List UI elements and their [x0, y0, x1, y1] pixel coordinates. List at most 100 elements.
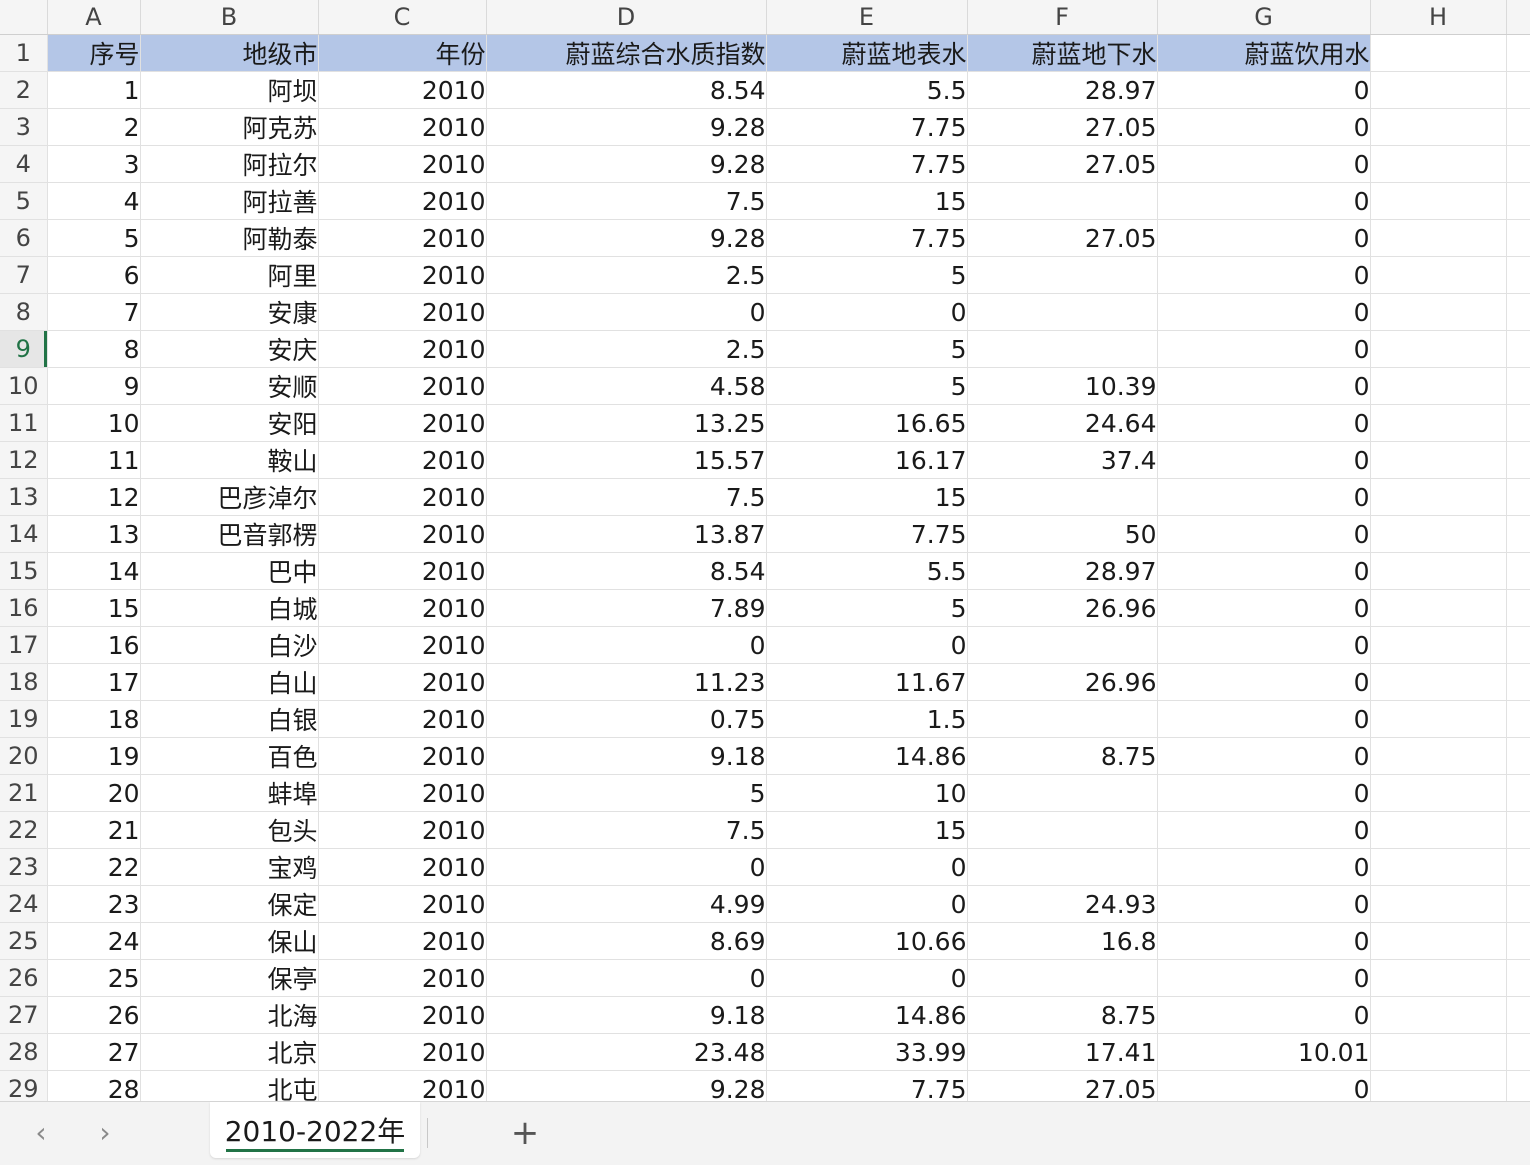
column-header-a[interactable]: A: [47, 0, 141, 35]
cell[interactable]: 2.5: [486, 256, 767, 294]
cell[interactable]: 0: [766, 959, 968, 997]
row-header[interactable]: 13: [0, 478, 48, 516]
cell[interactable]: [967, 774, 1158, 812]
cell[interactable]: 7.75: [766, 108, 968, 146]
cell[interactable]: 2010: [318, 367, 487, 405]
cell[interactable]: 北海: [140, 996, 319, 1034]
empty-cell[interactable]: [1506, 256, 1530, 294]
cell[interactable]: 安顺: [140, 367, 319, 405]
cell[interactable]: 2010: [318, 589, 487, 627]
cell[interactable]: 安阳: [140, 404, 319, 442]
empty-cell[interactable]: [1506, 182, 1530, 220]
cell[interactable]: 25: [46, 959, 141, 997]
header-cell[interactable]: 蔚蓝饮用水: [1157, 34, 1371, 72]
row-header[interactable]: 6: [0, 219, 48, 257]
cell-table[interactable]: ABCDEFGH 1 序号 地级市 年份 蔚蓝综合水质指数 蔚蓝地表水 蔚蓝地下水 蔚蓝饮用水…: [0, 0, 1530, 1101]
cell[interactable]: [967, 182, 1158, 220]
header-cell[interactable]: 蔚蓝地下水: [967, 34, 1158, 72]
empty-cell[interactable]: [1506, 108, 1530, 146]
cell[interactable]: 0: [1157, 441, 1371, 479]
cell[interactable]: 15: [766, 478, 968, 516]
cell[interactable]: 28.97: [967, 71, 1158, 109]
cell[interactable]: 9.28: [486, 219, 767, 257]
header-cell[interactable]: 蔚蓝地表水: [766, 34, 968, 72]
cell[interactable]: 0.75: [486, 700, 767, 738]
cell[interactable]: 7.89: [486, 589, 767, 627]
cell[interactable]: 11: [46, 441, 141, 479]
row-header[interactable]: 26: [0, 959, 48, 997]
cell[interactable]: 1.5: [766, 700, 968, 738]
cell[interactable]: 8.75: [967, 737, 1158, 775]
column-header-b[interactable]: B: [140, 0, 319, 35]
cell[interactable]: 0: [486, 848, 767, 886]
row-header[interactable]: 3: [0, 108, 48, 146]
row-header[interactable]: 2: [0, 71, 48, 109]
cell[interactable]: 17: [46, 663, 141, 701]
empty-cell[interactable]: [1506, 293, 1530, 331]
cell[interactable]: [967, 959, 1158, 997]
empty-cell[interactable]: [1506, 700, 1530, 738]
cell[interactable]: 阿勒泰: [140, 219, 319, 257]
row-header[interactable]: 9: [0, 330, 48, 368]
cell[interactable]: 0: [1157, 663, 1371, 701]
sheet-tab-2010-2022[interactable]: 2010-2022年: [210, 1102, 420, 1158]
cell[interactable]: 2010: [318, 626, 487, 664]
cell[interactable]: 19: [46, 737, 141, 775]
cell[interactable]: 0: [1157, 404, 1371, 442]
cell[interactable]: 7.5: [486, 182, 767, 220]
empty-cell[interactable]: [1506, 774, 1530, 812]
row-header[interactable]: 11: [0, 404, 48, 442]
cell[interactable]: 0: [486, 293, 767, 331]
cell[interactable]: 13.87: [486, 515, 767, 553]
row-header[interactable]: 25: [0, 922, 48, 960]
cell[interactable]: 5.5: [766, 552, 968, 590]
column-header-e[interactable]: E: [766, 0, 968, 35]
cell[interactable]: 9.28: [486, 1070, 767, 1101]
cell[interactable]: 0: [1157, 367, 1371, 405]
cell[interactable]: 24: [46, 922, 141, 960]
cell[interactable]: 0: [1157, 848, 1371, 886]
cell[interactable]: 13: [46, 515, 141, 553]
empty-cell[interactable]: [1506, 848, 1530, 886]
cell[interactable]: 0: [1157, 700, 1371, 738]
cell[interactable]: 2010: [318, 1070, 487, 1101]
cell[interactable]: 5: [766, 589, 968, 627]
empty-cell[interactable]: [1370, 404, 1507, 442]
cell[interactable]: [967, 848, 1158, 886]
cell[interactable]: 23.48: [486, 1033, 767, 1071]
cell[interactable]: 白银: [140, 700, 319, 738]
empty-cell[interactable]: [1370, 552, 1507, 590]
cell[interactable]: [967, 811, 1158, 849]
select-all-corner[interactable]: [0, 0, 48, 35]
row-header[interactable]: 21: [0, 774, 48, 812]
row-header[interactable]: 1: [0, 34, 48, 72]
cell[interactable]: 2010: [318, 145, 487, 183]
cell[interactable]: 2010: [318, 885, 487, 923]
cell[interactable]: 2010: [318, 552, 487, 590]
cell[interactable]: 2010: [318, 700, 487, 738]
cell[interactable]: 8.69: [486, 922, 767, 960]
cell[interactable]: 安庆: [140, 330, 319, 368]
cell[interactable]: 8: [46, 330, 141, 368]
cell[interactable]: 16.17: [766, 441, 968, 479]
cell[interactable]: 8.75: [967, 996, 1158, 1034]
empty-cell[interactable]: [1506, 922, 1530, 960]
cell[interactable]: 0: [1157, 552, 1371, 590]
empty-cell[interactable]: [1506, 1033, 1530, 1071]
cell[interactable]: 阿里: [140, 256, 319, 294]
cell[interactable]: 阿克苏: [140, 108, 319, 146]
column-header-d[interactable]: D: [486, 0, 767, 35]
cell[interactable]: 12: [46, 478, 141, 516]
cell[interactable]: 7.5: [486, 811, 767, 849]
row-header[interactable]: 28: [0, 1033, 48, 1071]
cell[interactable]: 26: [46, 996, 141, 1034]
empty-cell[interactable]: [1370, 441, 1507, 479]
row-header[interactable]: 27: [0, 996, 48, 1034]
row-header[interactable]: 19: [0, 700, 48, 738]
empty-cell[interactable]: [1370, 589, 1507, 627]
cell[interactable]: 宝鸡: [140, 848, 319, 886]
cell[interactable]: 27.05: [967, 1070, 1158, 1101]
header-cell[interactable]: 年份: [318, 34, 487, 72]
cell[interactable]: [967, 626, 1158, 664]
cell[interactable]: 白城: [140, 589, 319, 627]
